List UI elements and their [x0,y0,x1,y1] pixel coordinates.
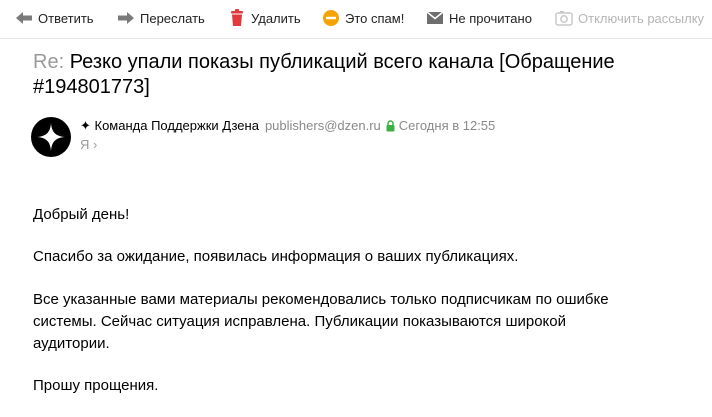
sender-email[interactable]: publishers@dzen.ru [265,118,381,133]
body-paragraph-2-line-2: системы. Сейчас ситуация исправлена. Пуб… [33,313,566,330]
mark-unread-button[interactable]: Не прочитано [426,0,532,36]
forward-label: Переслать [140,10,205,26]
reply-arrow-icon [15,9,33,27]
unread-label: Не прочитано [449,10,532,26]
body-paragraph-2-line-1: Все указанные вами материалы рекомендова… [33,291,609,308]
sender-name[interactable]: ✦ Команда Поддержки Дзена [80,118,259,133]
sender-line: ✦ Команда Поддержки Дзена publishers@dzen… [80,117,495,137]
body-greeting: Добрый день! [33,206,130,223]
unsubscribe-icon [555,9,573,27]
sender-avatar[interactable] [31,117,71,157]
lock-icon [386,119,395,137]
delete-label: Удалить [251,10,301,26]
body-closing: Прошу прощения. [33,377,159,394]
spam-button[interactable]: Это спам! [322,0,404,36]
body-paragraph-2-line-3: аудитории. [33,335,110,352]
message-date: Сегодня в 12:55 [398,118,496,133]
unsubscribe-button[interactable]: Отключить рассылку [555,0,704,36]
delete-button[interactable]: Удалить [228,0,301,36]
toolbar-divider [0,38,712,39]
spam-icon [322,9,340,27]
reply-label: Ответить [38,10,94,26]
reply-button[interactable]: Ответить [15,0,94,36]
envelope-icon [426,9,444,27]
dzen-star-logo [37,123,65,151]
subject-prefix: Re: [33,51,65,73]
unsubscribe-label: Отключить рассылку [578,10,705,26]
message-subject: Re: Резко упали показы публикаций всего … [33,50,693,100]
message-toolbar: Ответить Переслать Удалить Это спам! Не … [0,0,712,36]
subject-text: Резко упали показы публикаций всего кана… [33,51,615,98]
forward-arrow-icon [117,9,135,27]
trash-icon [228,9,246,27]
forward-button[interactable]: Переслать [117,0,205,36]
spam-label: Это спам! [345,10,405,26]
recipient-toggle[interactable]: Я › [80,136,97,154]
body-paragraph-1: Спасибо за ожидание, появилась информаци… [33,248,519,265]
